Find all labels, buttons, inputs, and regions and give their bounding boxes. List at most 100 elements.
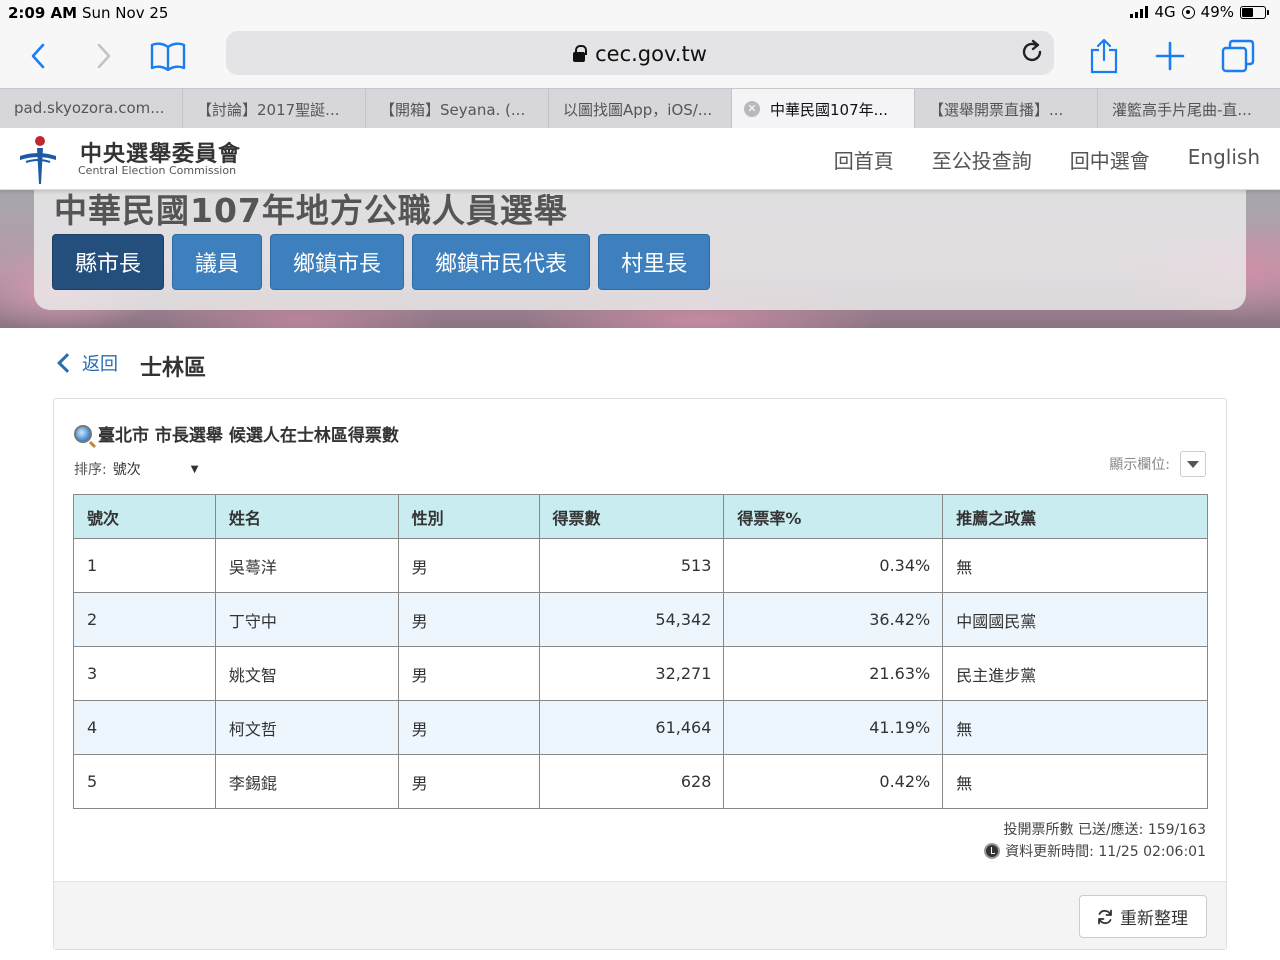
cell-votes: 61,464 bbox=[538, 700, 725, 755]
cell-gender: 男 bbox=[397, 754, 540, 809]
nav-home-link[interactable]: 回首頁 bbox=[834, 145, 894, 174]
browser-tab-active[interactable]: ✕ 中華民國107年... bbox=[732, 89, 915, 128]
refresh-label: 重新整理 bbox=[1120, 909, 1188, 929]
cell-number: 5 bbox=[73, 754, 216, 809]
url-text: cec.gov.tw bbox=[595, 42, 707, 66]
forward-icon[interactable] bbox=[82, 34, 126, 78]
status-bar: 2:09 AM Sun Nov 25 4G 49% bbox=[0, 0, 1280, 26]
battery-percent: 49% bbox=[1200, 3, 1234, 21]
site-header: 中央選舉委員會 Central Election Commission 回首頁 … bbox=[0, 128, 1280, 190]
header-number[interactable]: 號次 bbox=[73, 494, 216, 539]
tab-label: 【開箱】Seyana. (... bbox=[380, 101, 526, 119]
battery-icon bbox=[1240, 5, 1269, 19]
cell-votes: 513 bbox=[538, 538, 725, 593]
address-bar[interactable]: cec.gov.tw bbox=[226, 31, 1054, 75]
header-party[interactable]: 推薦之政黨 bbox=[942, 494, 1208, 539]
nav-referendum-link[interactable]: 至公投查詢 bbox=[932, 145, 1032, 174]
banner: 中華民國107年地方公職人員選舉 縣市長 議員 鄉鎮市長 鄉鎮市民代表 村里長 bbox=[0, 190, 1280, 328]
back-link[interactable]: 返回 bbox=[56, 350, 118, 376]
tab-bar: pad.skyozora.com... 【討論】2017聖誕... 【開箱】Se… bbox=[0, 88, 1280, 128]
cell-number: 2 bbox=[73, 592, 216, 647]
cell-gender: 男 bbox=[397, 700, 540, 755]
sort-label: 排序: bbox=[74, 462, 107, 478]
category-mayor-button[interactable]: 縣市長 bbox=[52, 234, 165, 290]
chevron-left-icon bbox=[57, 353, 77, 373]
header-votes[interactable]: 得票數 bbox=[538, 494, 725, 539]
orientation-lock-icon bbox=[1181, 5, 1195, 19]
column-chooser: 顯示欄位: bbox=[1109, 451, 1206, 477]
page-title: 士林區 bbox=[140, 356, 207, 381]
category-councilor-button[interactable]: 議員 bbox=[172, 234, 263, 290]
cell-number: 3 bbox=[73, 646, 216, 701]
refresh-icon bbox=[1098, 909, 1112, 924]
nav-cec-link[interactable]: 回中選會 bbox=[1070, 145, 1150, 174]
category-township-rep-button[interactable]: 鄉鎮市民代表 bbox=[412, 234, 591, 290]
new-tab-icon[interactable] bbox=[1148, 34, 1192, 78]
cell-gender: 男 bbox=[397, 592, 540, 647]
tab-label: 灌籃高手片尾曲-直... bbox=[1112, 101, 1252, 119]
table-footnote: 投開票所數 已送/應送: 159/163 資料更新時間: 11/25 02:06… bbox=[984, 819, 1206, 863]
cell-votes: 628 bbox=[538, 754, 725, 809]
browser-tab[interactable]: 【開箱】Seyana. (... bbox=[366, 89, 549, 128]
site-nav: 回首頁 至公投查詢 回中選會 English bbox=[834, 145, 1260, 174]
back-icon[interactable] bbox=[16, 34, 60, 78]
cell-number: 4 bbox=[73, 700, 216, 755]
sort-select[interactable]: 號次 bbox=[113, 459, 141, 479]
cell-vote-rate: 41.19% bbox=[723, 700, 944, 755]
columns-dropdown-button[interactable] bbox=[1180, 451, 1206, 477]
category-township-mayor-button[interactable]: 鄉鎮市長 bbox=[270, 234, 405, 290]
cell-votes: 32,271 bbox=[538, 646, 725, 701]
cell-party: 中國國民黨 bbox=[942, 592, 1208, 647]
caret-down-icon[interactable]: ▼ bbox=[191, 464, 199, 475]
clock-icon bbox=[984, 843, 1001, 859]
cell-party: 無 bbox=[942, 700, 1208, 755]
share-icon[interactable] bbox=[1082, 34, 1126, 78]
close-tab-icon[interactable]: ✕ bbox=[744, 101, 760, 117]
cell-gender: 男 bbox=[397, 538, 540, 593]
election-title: 中華民國107年地方公職人員選舉 bbox=[54, 191, 568, 230]
results-table: 號次 姓名 性別 得票數 得票率% 推薦之政黨 1 吳蕚洋 男 513 0.34… bbox=[73, 494, 1208, 809]
cell-name: 李錫錕 bbox=[214, 754, 399, 809]
bookmarks-icon[interactable] bbox=[146, 34, 190, 78]
stations-count: 投開票所數 已送/應送: 159/163 bbox=[1003, 822, 1207, 838]
table-row: 1 吳蕚洋 男 513 0.34% 無 bbox=[73, 538, 1208, 593]
cell-gender: 男 bbox=[397, 646, 540, 701]
refresh-button[interactable]: 重新整理 bbox=[1079, 895, 1207, 938]
cell-vote-rate: 36.42% bbox=[723, 592, 944, 647]
network-type: 4G bbox=[1154, 3, 1176, 21]
tab-label: 【討論】2017聖誕... bbox=[197, 101, 340, 119]
browser-tab[interactable]: 灌籃高手片尾曲-直... bbox=[1098, 89, 1280, 128]
browser-tab[interactable]: 【選舉開票直播】... bbox=[915, 89, 1098, 128]
header-vote-rate[interactable]: 得票率% bbox=[723, 494, 944, 539]
tabs-icon[interactable] bbox=[1216, 34, 1260, 78]
logo-subtitle: Central Election Commission bbox=[78, 164, 237, 177]
tab-label: 【選舉開票直播】... bbox=[929, 101, 1064, 119]
browser-tab[interactable]: 【討論】2017聖誕... bbox=[183, 89, 366, 128]
cell-vote-rate: 0.34% bbox=[723, 538, 944, 593]
cell-name: 柯文哲 bbox=[214, 700, 399, 755]
cell-party: 無 bbox=[942, 754, 1208, 809]
header-gender[interactable]: 性別 bbox=[397, 494, 540, 539]
category-village-chief-button[interactable]: 村里長 bbox=[598, 234, 711, 290]
cell-party: 民主進步黨 bbox=[942, 646, 1208, 701]
cell-name: 吳蕚洋 bbox=[214, 538, 399, 593]
card-title: 臺北市 市長選舉 候選人在士林區得票數 bbox=[74, 421, 399, 446]
status-date: Sun Nov 25 bbox=[82, 4, 169, 22]
signal-icon bbox=[1130, 6, 1149, 18]
tab-label: 中華民國107年... bbox=[770, 101, 888, 119]
browser-tab[interactable]: pad.skyozora.com... bbox=[0, 89, 183, 128]
election-category-buttons: 縣市長 議員 鄉鎮市長 鄉鎮市民代表 村里長 bbox=[52, 234, 711, 290]
cell-vote-rate: 0.42% bbox=[723, 754, 944, 809]
nav-english-link[interactable]: English bbox=[1188, 145, 1260, 174]
results-card: 臺北市 市長選舉 候選人在士林區得票數 排序: 號次 ▼ 顯示欄位: 號次 姓名… bbox=[53, 398, 1227, 950]
table-row: 3 姚文智 男 32,271 21.63% 民主進步黨 bbox=[73, 646, 1208, 701]
reload-icon[interactable] bbox=[1018, 38, 1046, 70]
tab-label: pad.skyozora.com... bbox=[14, 99, 165, 117]
cell-name: 丁守中 bbox=[214, 592, 399, 647]
browser-tab[interactable]: 以圖找圖App，iOS/... bbox=[549, 89, 732, 128]
header-name[interactable]: 姓名 bbox=[214, 494, 399, 539]
browser-toolbar: cec.gov.tw bbox=[0, 26, 1280, 88]
cec-logo[interactable] bbox=[18, 132, 58, 186]
lock-icon bbox=[573, 45, 588, 62]
cell-name: 姚文智 bbox=[214, 646, 399, 701]
